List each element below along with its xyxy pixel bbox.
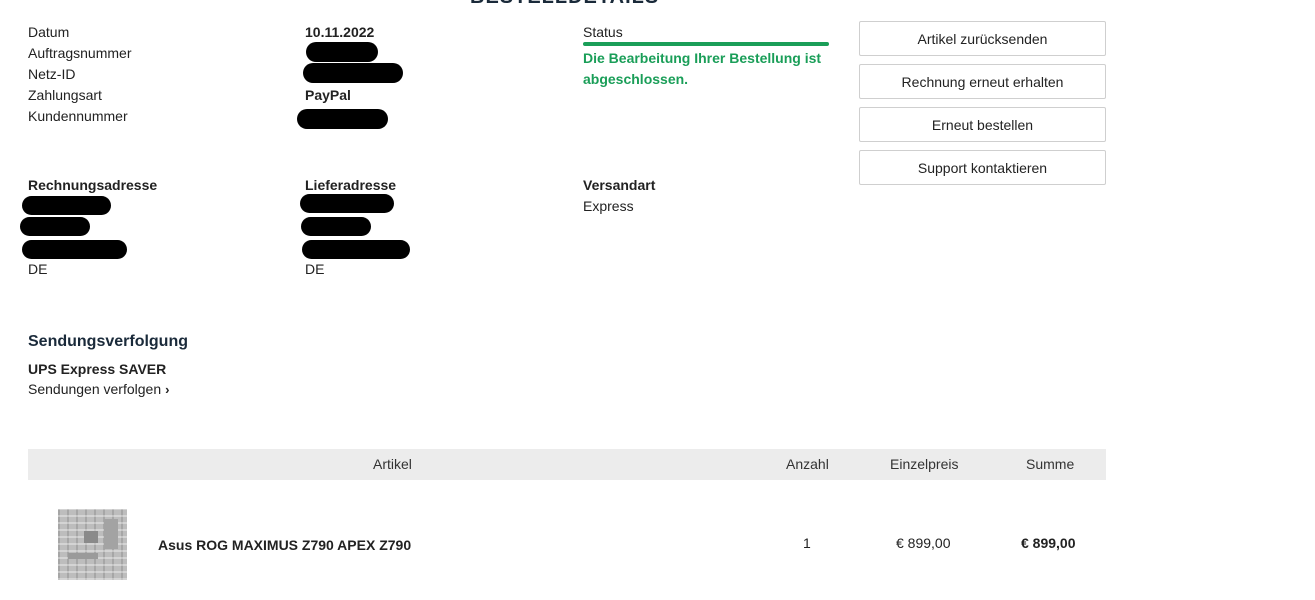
page-title: BESTELLDETAILS [470, 0, 659, 9]
shipping-method-value: Express [583, 198, 634, 214]
product-quantity: 1 [803, 535, 811, 551]
chevron-right-icon: › [165, 381, 170, 397]
redacted-shipping-city [302, 240, 410, 259]
reorder-button[interactable]: Erneut bestellen [859, 107, 1106, 142]
redacted-customer-number [297, 109, 388, 129]
net-id-label: Netz-ID [28, 66, 76, 82]
product-unit-price: € 899,00 [896, 535, 951, 551]
tracking-carrier: UPS Express SAVER [28, 361, 167, 377]
redacted-billing-name [22, 196, 111, 215]
tracking-section-title: Sendungsverfolgung [28, 333, 188, 350]
order-number-label: Auftragsnummer [28, 45, 132, 61]
track-shipments-label: Sendungen verfolgen [28, 381, 162, 397]
track-shipments-link[interactable]: Sendungen verfolgen › [28, 381, 169, 397]
header-item: Artikel [373, 456, 412, 472]
contact-support-button[interactable]: Support kontaktieren [859, 150, 1106, 185]
product-name[interactable]: Asus ROG MAXIMUS Z790 APEX Z790 [158, 537, 411, 553]
shipping-method-label: Versandart [583, 177, 656, 193]
redacted-order-number [306, 42, 378, 62]
header-total: Summe [1026, 456, 1075, 472]
date-value: 10.11.2022 [305, 24, 375, 40]
items-table-header: Artikel Anzahl Einzelpreis Summe [28, 449, 1106, 480]
resend-invoice-button[interactable]: Rechnung erneut erhalten [859, 64, 1106, 99]
customer-number-label: Kundennummer [28, 108, 128, 124]
payment-method-value: PayPal [305, 87, 351, 103]
shipping-address-label: Lieferadresse [305, 177, 397, 193]
redacted-net-id [303, 63, 403, 83]
shipping-country: DE [305, 261, 325, 277]
redacted-billing-street [20, 217, 90, 236]
status-message: Die Bearbeitung Ihrer Bestellung ist abg… [583, 50, 822, 87]
header-quantity: Anzahl [786, 456, 829, 472]
redacted-shipping-name [300, 194, 394, 213]
product-thumbnail[interactable] [58, 509, 127, 580]
return-items-button[interactable]: Artikel zurücksenden [859, 21, 1106, 56]
status-label: Status [583, 24, 623, 40]
redacted-shipping-street [301, 217, 371, 236]
date-label: Datum [28, 24, 70, 40]
payment-method-label: Zahlungsart [28, 87, 102, 103]
status-progress-bar [583, 42, 829, 46]
billing-country: DE [28, 261, 48, 277]
redacted-billing-city [22, 240, 127, 259]
header-unit-price: Einzelpreis [890, 456, 959, 472]
billing-address-label: Rechnungsadresse [28, 177, 158, 193]
product-total: € 899,00 [1021, 535, 1076, 551]
